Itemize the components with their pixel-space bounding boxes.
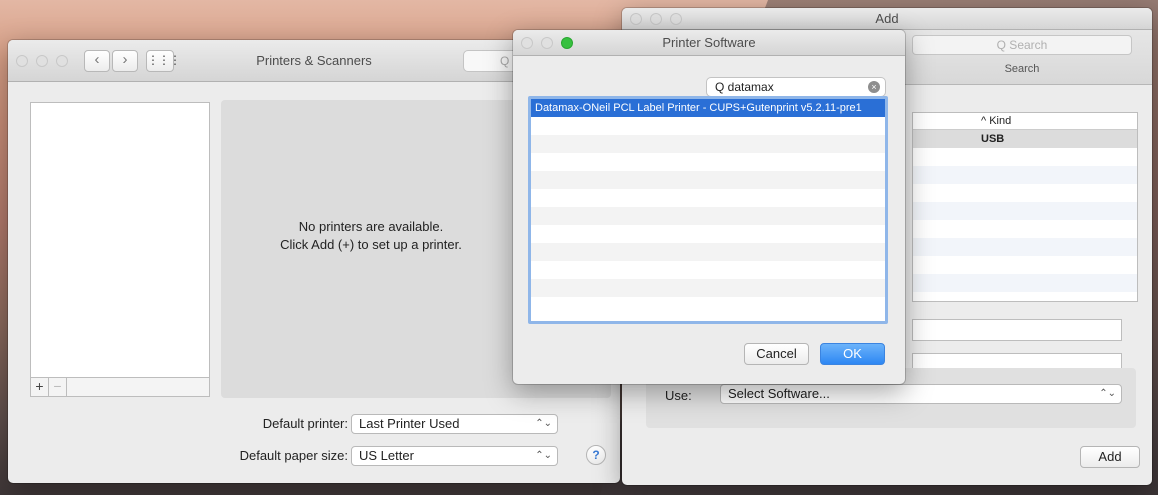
add-printer-button[interactable]: + (31, 378, 49, 396)
kind-column-header[interactable]: ^ Kind (913, 113, 1137, 130)
use-software-popup[interactable]: Select Software... ⌃⌄ (720, 384, 1122, 404)
popup-arrows-icon: ⌃⌄ (535, 418, 552, 429)
paper-size-label: Default paper size: (239, 448, 348, 463)
window-title: Add (875, 11, 899, 26)
add-search-input[interactable]: Q Search (912, 35, 1132, 55)
help-button[interactable]: ? (586, 445, 606, 465)
list-item (531, 153, 885, 171)
list-item (913, 238, 1137, 256)
use-software-value: Select Software... (728, 386, 830, 401)
zoom-icon[interactable] (561, 37, 573, 49)
back-button[interactable]: ‹ (84, 50, 110, 72)
search-caption: Search (1004, 63, 1040, 75)
list-item (531, 279, 885, 297)
show-all-button[interactable]: ⋮⋮⋮ (146, 50, 181, 72)
nav-buttons: ‹ › (84, 50, 138, 72)
popup-arrows-icon: ⌃⌄ (1099, 388, 1116, 399)
software-search-input[interactable]: Q datamax × (706, 77, 886, 97)
add-titlebar: Add (622, 8, 1152, 30)
traffic-lights (521, 37, 573, 49)
list-item (531, 189, 885, 207)
list-item (913, 202, 1137, 220)
software-list-item[interactable]: Datamax-ONeil PCL Label Printer - CUPS+G… (531, 99, 885, 117)
remove-printer-button[interactable]: − (49, 378, 67, 396)
zoom-icon[interactable] (670, 13, 682, 25)
list-item (913, 184, 1137, 202)
list-item (531, 207, 885, 225)
list-item (531, 243, 885, 261)
list-item (913, 274, 1137, 292)
list-item[interactable]: USB (913, 130, 1137, 148)
forward-button[interactable]: › (112, 50, 138, 72)
list-item (531, 261, 885, 279)
cancel-button[interactable]: Cancel (744, 343, 809, 365)
sw-titlebar: Printer Software (513, 30, 905, 56)
add-button[interactable]: Add (1080, 446, 1140, 468)
paper-size-value: US Letter (359, 448, 414, 463)
close-icon[interactable] (630, 13, 642, 25)
printer-software-window: Printer Software Q datamax × Datamax-ONe… (513, 30, 905, 384)
name-field[interactable] (912, 319, 1122, 341)
window-title: Printers & Scanners (256, 53, 372, 68)
list-item (913, 220, 1137, 238)
empty-message-line1: No printers are available. (298, 219, 444, 234)
traffic-lights (630, 13, 682, 25)
search-value: Q datamax (715, 80, 774, 94)
clear-search-icon[interactable]: × (868, 81, 880, 93)
popup-arrows-icon: ⌃⌄ (535, 450, 552, 461)
zoom-icon[interactable] (56, 55, 68, 67)
list-item (531, 297, 885, 315)
list-item (913, 166, 1137, 184)
list-item (531, 171, 885, 189)
default-printer-label: Default printer: (262, 416, 348, 431)
paper-size-popup[interactable]: US Letter ⌃⌄ (351, 446, 558, 466)
printer-browser-list[interactable]: ^ Kind USB (912, 112, 1138, 302)
list-item (531, 225, 885, 243)
empty-message-line2: Click Add (+) to set up a printer. (280, 237, 462, 252)
close-icon[interactable] (16, 55, 28, 67)
minimize-icon[interactable] (541, 37, 553, 49)
list-item (531, 135, 885, 153)
list-item (913, 148, 1137, 166)
empty-message: No printers are available. Click Add (+)… (221, 218, 521, 254)
printer-list[interactable] (30, 102, 210, 397)
ok-button[interactable]: OK (820, 343, 885, 365)
default-printer-value: Last Printer Used (359, 416, 460, 431)
window-title: Printer Software (662, 35, 756, 50)
minimize-icon[interactable] (650, 13, 662, 25)
close-icon[interactable] (521, 37, 533, 49)
traffic-lights (16, 55, 68, 67)
default-printer-popup[interactable]: Last Printer Used ⌃⌄ (351, 414, 558, 434)
list-item (913, 256, 1137, 274)
list-controls: + − (30, 377, 210, 397)
use-label: Use: (665, 388, 692, 403)
minimize-icon[interactable] (36, 55, 48, 67)
list-item (531, 117, 885, 135)
software-list[interactable]: Datamax-ONeil PCL Label Printer - CUPS+G… (528, 96, 888, 324)
